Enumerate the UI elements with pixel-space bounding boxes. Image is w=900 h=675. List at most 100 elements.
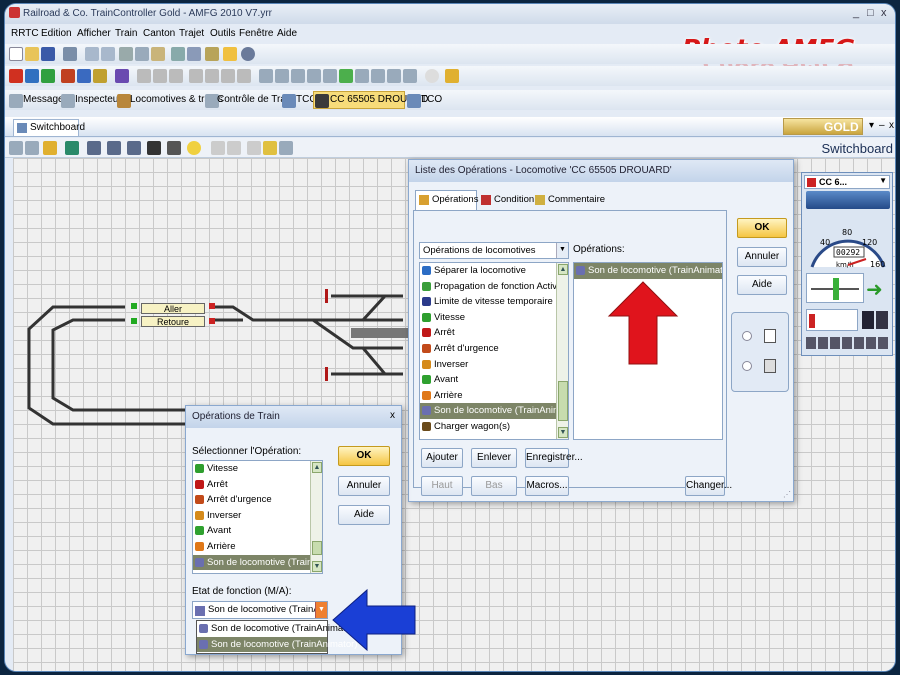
macros-button[interactable]: Macros... (525, 476, 569, 496)
function-f7-icon[interactable] (878, 337, 888, 349)
brake-slider[interactable] (806, 309, 858, 331)
marker-icon[interactable] (43, 141, 57, 155)
route-icon[interactable] (189, 69, 203, 83)
remove-button[interactable]: Enlever (471, 448, 517, 468)
emergency-icon[interactable] (61, 69, 75, 83)
function-state-select[interactable]: Son de locomotive (TrainAnima ▼ (192, 601, 328, 619)
function-f6-icon[interactable] (866, 337, 876, 349)
brake-knob[interactable] (809, 314, 815, 328)
up-button[interactable]: Haut (421, 476, 463, 496)
copy-icon[interactable] (135, 47, 149, 61)
text-a-icon[interactable] (339, 69, 353, 83)
switch2-icon[interactable] (275, 69, 289, 83)
cancel-button[interactable]: Annuler (737, 247, 787, 267)
available-operations-list[interactable]: Séparer la locomotive Propagation de fonc… (419, 262, 569, 440)
properties-icon[interactable] (187, 47, 201, 61)
clock-icon[interactable] (425, 69, 439, 83)
scroll-down-icon[interactable]: ▼ (312, 561, 322, 572)
sound-icon[interactable] (445, 69, 459, 83)
loco-name-bar[interactable]: CC 6... ▼ (804, 175, 890, 189)
edit-icon[interactable] (205, 47, 219, 61)
train-icon[interactable] (115, 69, 129, 83)
run-icon[interactable] (25, 69, 39, 83)
link4-icon[interactable] (403, 69, 417, 83)
block-label-aller[interactable]: Aller (141, 303, 205, 314)
dropdown-option-selected[interactable]: Son de locomotive (TrainAnimator) (197, 636, 357, 653)
new-icon[interactable] (9, 47, 23, 61)
stop-icon[interactable] (9, 69, 23, 83)
tab-commentaire[interactable]: Commentaire (533, 192, 605, 210)
scroll-down-icon[interactable]: ▼ (558, 427, 568, 438)
signal-icon[interactable] (291, 69, 305, 83)
block3-icon[interactable] (169, 69, 183, 83)
color-icon[interactable] (65, 141, 79, 155)
print-icon[interactable] (63, 47, 77, 61)
circle-icon[interactable] (187, 141, 201, 155)
throttle-knob[interactable] (833, 278, 839, 300)
smiley-icon[interactable] (263, 141, 277, 155)
close-icon[interactable]: x (390, 410, 395, 421)
text-icon[interactable] (211, 141, 225, 155)
redo-icon[interactable] (101, 47, 115, 61)
available-operation-item[interactable]: Limite de vitesse temporaire (420, 294, 556, 310)
help-button[interactable]: Aide (338, 505, 390, 525)
category-select[interactable]: Opérations de locomotives ▼ (419, 242, 569, 259)
find-icon[interactable] (171, 47, 185, 61)
link3-icon[interactable] (387, 69, 401, 83)
cancel-button[interactable]: Annuler (338, 476, 390, 496)
block-label-retoure[interactable]: Retoure (141, 316, 205, 327)
scroll-thumb[interactable] (558, 381, 568, 421)
available-operation-item[interactable]: Propagation de fonction Active (420, 279, 562, 295)
switch-icon[interactable] (259, 69, 273, 83)
menu-edition[interactable]: Edition (41, 28, 72, 39)
go-icon[interactable] (41, 69, 55, 83)
route2-icon[interactable] (205, 69, 219, 83)
function-f5-icon[interactable] (854, 337, 864, 349)
block2-icon[interactable] (153, 69, 167, 83)
save-button[interactable]: Enregistrer... (525, 448, 583, 468)
train-operation-item[interactable]: Arrêt d'urgence (193, 492, 310, 508)
function-f1-icon[interactable] (806, 337, 816, 349)
available-operation-item[interactable]: Arrière (420, 388, 556, 404)
function-state-dropdown[interactable]: Son de locomotive (TrainAnimator) Son de… (196, 620, 357, 654)
chevron-down-icon[interactable]: ▼ (879, 176, 887, 185)
ok-button[interactable]: OK (338, 446, 390, 466)
paste-icon[interactable] (151, 47, 165, 61)
menu-canton[interactable]: Canton (143, 28, 175, 39)
dropdown-option[interactable]: Son de locomotive (TrainAnimator) (197, 621, 357, 637)
down-button[interactable]: Bas (471, 476, 517, 496)
menu-trajet[interactable]: Trajet (179, 28, 204, 39)
mode-radio-copy[interactable] (742, 361, 752, 371)
pane-minimize-icon[interactable]: – (879, 120, 885, 131)
link-icon[interactable] (355, 69, 369, 83)
available-operation-item[interactable]: Arrêt (420, 325, 556, 341)
block-icon[interactable] (137, 69, 151, 83)
train-operations-list[interactable]: Vitesse Arrêt Arrêt d'urgence Inverser Avant… (192, 460, 323, 574)
pointer-icon[interactable] (9, 141, 23, 155)
pane-menu-icon[interactable]: ▾ (869, 120, 874, 131)
route3-icon[interactable] (221, 69, 235, 83)
scroll-up-icon[interactable]: ▲ (558, 264, 568, 275)
menu-train[interactable]: Train (115, 28, 137, 39)
change-button[interactable]: Changer... (685, 476, 732, 496)
scroll-up-icon[interactable]: ▲ (312, 462, 322, 473)
scroll-thumb[interactable] (312, 541, 322, 555)
function-f2-icon[interactable] (818, 337, 828, 349)
available-operation-item[interactable]: Son de locomotive (TrainAnimator) (420, 403, 568, 419)
block-color-icon[interactable] (147, 141, 161, 155)
window-inspecteur[interactable]: Inspecteur (75, 94, 122, 105)
signal3-icon[interactable] (323, 69, 337, 83)
layer-icon[interactable] (167, 141, 181, 155)
edit-mode-icon[interactable] (93, 69, 107, 83)
scrollbar[interactable]: ▲ ▼ (556, 263, 568, 439)
signal2-icon[interactable] (307, 69, 321, 83)
window-tco-2[interactable]: TCO (421, 94, 442, 105)
train-operation-item[interactable]: Arrière (193, 539, 310, 555)
throttle-slider[interactable] (806, 273, 864, 303)
train-operation-item[interactable]: Inverser (193, 508, 310, 524)
export-icon[interactable] (279, 141, 293, 155)
train-operation-item[interactable]: Avant (193, 523, 310, 539)
menu-aide[interactable]: Aide (277, 28, 297, 39)
ok-button[interactable]: OK (737, 218, 787, 238)
route4-icon[interactable] (237, 69, 251, 83)
